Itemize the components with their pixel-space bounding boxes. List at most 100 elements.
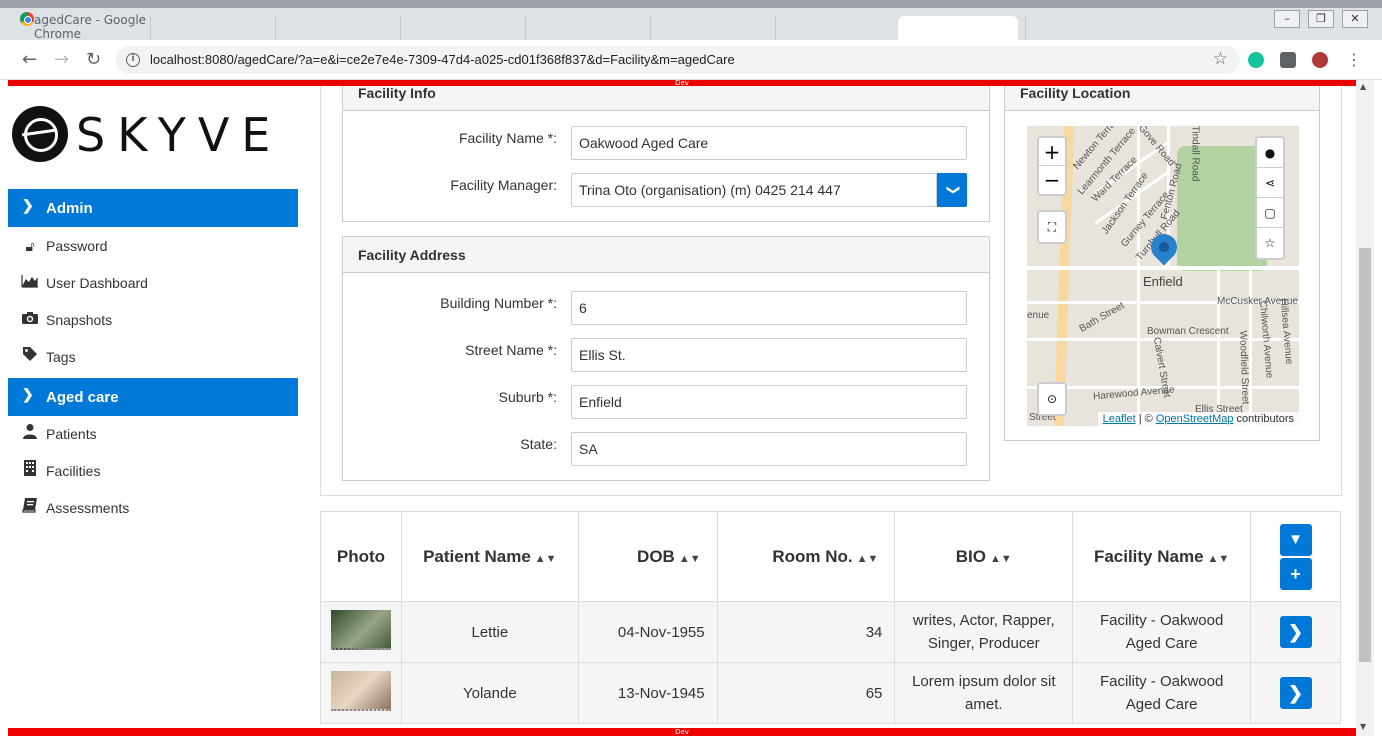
sort-icon[interactable]: ▲▼ (679, 553, 701, 565)
menu-item-label: Password (46, 238, 108, 254)
chevron-down-icon: ❯ (945, 184, 960, 196)
attribution-separator: | © (1135, 413, 1156, 425)
column-header-bio[interactable]: BIO ▲▼ (894, 511, 1074, 602)
extensions-puzzle-icon[interactable] (1280, 52, 1296, 68)
tab[interactable] (400, 16, 520, 40)
osm-link[interactable]: OpenStreetMap (1156, 413, 1234, 425)
sort-icon[interactable]: ▲▼ (857, 553, 879, 565)
column-header-photo: Photo (320, 511, 402, 602)
column-header-patient-name[interactable]: Patient Name ▲▼ (400, 511, 579, 602)
column-header-room[interactable]: Room No. ▲▼ (716, 511, 896, 602)
chrome-menu-icon[interactable]: ⋮ (1346, 50, 1362, 70)
zoom-in-button[interactable]: + (1039, 138, 1065, 166)
column-header-actions: ▼ + (1250, 511, 1341, 602)
tag-icon (20, 340, 40, 374)
chevron-down-icon: ❯ (22, 197, 34, 213)
field-label: Building Number *: (440, 295, 557, 311)
locate-button[interactable]: ⊙ (1037, 382, 1067, 416)
camera-icon (20, 303, 40, 337)
column-label: Room No. (772, 546, 853, 566)
draw-polyline-icon[interactable]: ⋖ (1257, 168, 1283, 198)
bookmark-star-icon[interactable]: ☆ (1213, 49, 1228, 69)
open-row-button[interactable]: ❯ (1279, 677, 1312, 709)
tab-active[interactable] (898, 16, 1018, 40)
bio-cell: Lorem ipsum dolor sit amet. (894, 662, 1074, 724)
street-label: enue (1027, 310, 1050, 321)
tab[interactable] (150, 16, 270, 40)
draw-polygon-icon[interactable]: ☆ (1257, 228, 1283, 258)
tab[interactable] (775, 16, 895, 40)
field-label: Facility Manager: (450, 177, 557, 193)
facility-name-input[interactable]: Oakwood Aged Care (571, 126, 967, 160)
minimize-button[interactable]: – (1274, 10, 1300, 28)
filter-button[interactable]: ▼ (1279, 523, 1312, 556)
map[interactable]: Newton Terrace Gove Road Tindall Road Le… (1027, 126, 1299, 426)
browser-toolbar: ← → ↻ i localhost:8080/agedCare/?a=e&i=c… (0, 40, 1382, 80)
leaflet-link[interactable]: Leaflet (1103, 413, 1136, 425)
menu-item-assessments[interactable]: Assessments (8, 491, 298, 525)
back-icon[interactable]: ← (22, 50, 37, 70)
sort-icon[interactable]: ▲▼ (535, 553, 557, 565)
menu-item-patients[interactable]: Patients (8, 417, 298, 451)
menu-item-facilities[interactable]: Facilities (8, 454, 298, 488)
chrome-icon (20, 12, 34, 26)
sort-icon[interactable]: ▲▼ (990, 553, 1012, 565)
menu-group-label: Aged care (46, 389, 119, 406)
grammarly-extension-icon[interactable] (1248, 52, 1264, 68)
address-bar[interactable]: i localhost:8080/agedCare/?a=e&i=ce2e7e4… (116, 46, 1240, 74)
manager-dropdown-button[interactable]: ❯ (937, 173, 967, 207)
tab[interactable] (275, 16, 395, 40)
menu-item-snapshots[interactable]: Snapshots (8, 303, 298, 337)
menu-group-admin[interactable]: ❯ Admin (8, 189, 298, 227)
info-icon[interactable]: i (126, 53, 140, 67)
scroll-up-arrow-icon[interactable]: ▲ (1360, 82, 1366, 91)
close-window-button[interactable]: ✕ (1342, 10, 1368, 28)
scrollbar-thumb[interactable] (1359, 248, 1371, 662)
column-header-facility-name[interactable]: Facility Name ▲▼ (1072, 511, 1252, 602)
column-label: BIO (955, 546, 987, 566)
reload-icon[interactable]: ↻ (86, 50, 101, 70)
chevron-right-icon: ❯ (1287, 622, 1304, 642)
zoom-out-button[interactable]: − (1039, 166, 1065, 194)
table-row[interactable]: Lettie 04-Nov-1955 34 writes, Actor, Rap… (320, 601, 1341, 663)
draw-rectangle-icon[interactable]: ▢ (1257, 198, 1283, 228)
menu-item-tags[interactable]: Tags (8, 340, 298, 374)
tab[interactable] (1025, 16, 1145, 40)
facility-manager-lookup[interactable]: Trina Oto (organisation) (m) 0425 214 44… (571, 173, 937, 207)
field-label: Facility Name *: (458, 130, 557, 146)
patients-table: Photo Patient Name ▲▼ DOB ▲▼ Room No. ▲▼ BI… (320, 511, 1341, 724)
scroll-down-arrow-icon[interactable]: ▼ (1360, 722, 1366, 731)
browser-tab[interactable]: agedCare - Google Chrome (8, 8, 148, 41)
suburb-input[interactable]: Enfield (571, 385, 967, 419)
patient-photo[interactable] (330, 610, 391, 650)
building-number-input[interactable]: 6 (571, 291, 967, 325)
menu-item-password[interactable]: 🔓︎ Password (8, 229, 298, 263)
facility-cell: Facility - Oakwood Aged Care (1072, 601, 1252, 663)
field-label: Suburb *: (498, 389, 557, 405)
tab[interactable] (525, 16, 645, 40)
street-name-input[interactable]: Ellis St. (571, 338, 967, 372)
row-action-cell: ❯ (1250, 662, 1341, 724)
table-row[interactable]: Yolande 13-Nov-1945 65 Lorem ipsum dolor… (320, 662, 1341, 724)
page-scrollbar[interactable]: ▲ ▼ (1356, 80, 1374, 736)
road (1137, 126, 1140, 426)
panel-title: Facility Info (343, 86, 989, 111)
menu-group-aged-care[interactable]: ❯ Aged care (8, 378, 298, 416)
tab[interactable] (650, 16, 770, 40)
column-label: Photo (336, 546, 386, 566)
state-input[interactable]: SA (571, 432, 967, 466)
sort-icon[interactable]: ▲▼ (1208, 553, 1230, 565)
forward-icon[interactable]: → (54, 50, 69, 70)
patient-photo[interactable] (330, 671, 391, 711)
fullscreen-button[interactable]: ⛶ (1037, 210, 1067, 244)
add-button[interactable]: + (1279, 557, 1312, 590)
skyve-logo[interactable]: SKYVE (12, 106, 292, 162)
column-header-dob[interactable]: DOB ▲▼ (577, 511, 718, 602)
profile-avatar[interactable] (1312, 52, 1328, 68)
menu-item-user-dashboard[interactable]: User Dashboard (8, 266, 298, 300)
browser-window: agedCare - Google Chrome – ❐ ✕ ← → ↻ i l… (0, 0, 1382, 744)
restore-button[interactable]: ❐ (1308, 10, 1334, 28)
draw-marker-icon[interactable]: ● (1257, 138, 1283, 168)
area-chart-icon (20, 266, 40, 300)
open-row-button[interactable]: ❯ (1279, 616, 1312, 648)
